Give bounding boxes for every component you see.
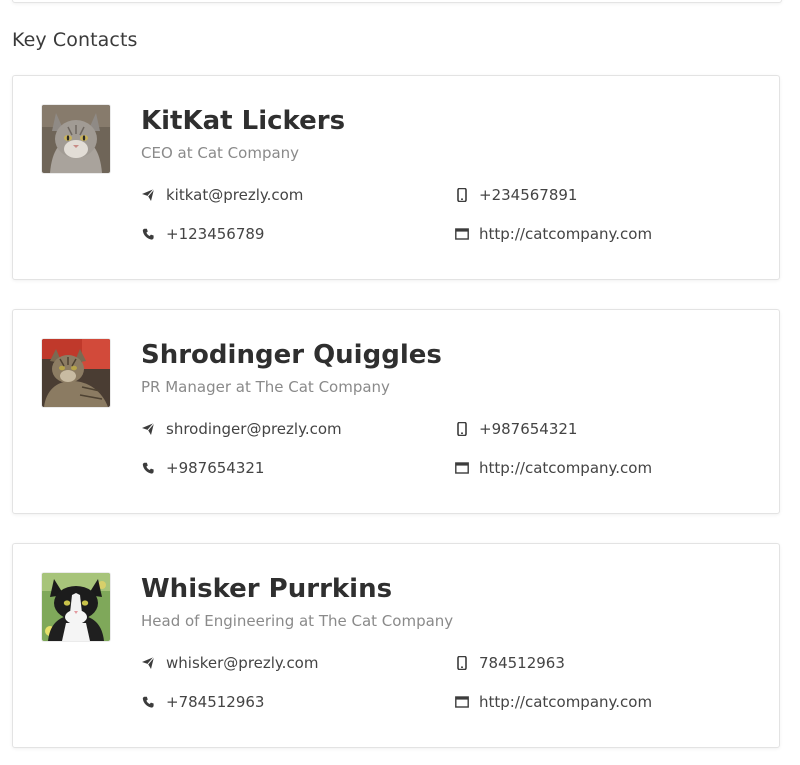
- mobile-link[interactable]: 784512963: [455, 654, 565, 672]
- phone-link[interactable]: +123456789: [141, 225, 264, 243]
- website-text: http://catcompany.com: [479, 225, 653, 243]
- website-link[interactable]: http://catcompany.com: [455, 225, 652, 243]
- email-link[interactable]: whisker@prezly.com: [141, 654, 318, 672]
- phone-icon: [141, 461, 155, 475]
- mobile-text: 784512963: [479, 654, 565, 672]
- phone-icon: [141, 695, 155, 709]
- website-text: http://catcompany.com: [479, 693, 653, 711]
- website-link[interactable]: http://catcompany.com: [455, 459, 652, 477]
- website-text: http://catcompany.com: [479, 459, 653, 477]
- phone-text: +784512963: [166, 693, 265, 711]
- email-link[interactable]: shrodinger@prezly.com: [141, 420, 342, 438]
- mobile-icon: [455, 422, 469, 436]
- contact-card: Shrodinger Quiggles PR Manager at The Ca…: [12, 309, 780, 514]
- contact-name: Shrodinger Quiggles: [141, 340, 442, 370]
- mobile-icon: [455, 656, 469, 670]
- send-icon: [141, 188, 155, 202]
- phone-link[interactable]: +987654321: [141, 459, 264, 477]
- mobile-text: +234567891: [479, 186, 578, 204]
- email-link[interactable]: kitkat@prezly.com: [141, 186, 303, 204]
- avatar: [42, 573, 110, 641]
- previous-card-edge: [12, 0, 782, 3]
- section-title: Key Contacts: [12, 29, 138, 51]
- phone-text: +123456789: [166, 225, 265, 243]
- send-icon: [141, 422, 155, 436]
- contact-role: CEO at Cat Company: [141, 144, 300, 162]
- contact-name: Whisker Purrkins: [141, 574, 393, 604]
- avatar: [42, 105, 110, 173]
- email-text: whisker@prezly.com: [166, 654, 319, 672]
- browser-window-icon: [455, 227, 469, 241]
- send-icon: [141, 656, 155, 670]
- contact-role: PR Manager at The Cat Company: [141, 378, 390, 396]
- avatar: [42, 339, 110, 407]
- contact-name: KitKat Lickers: [141, 106, 346, 136]
- email-text: shrodinger@prezly.com: [166, 420, 342, 438]
- mobile-link[interactable]: +987654321: [455, 420, 577, 438]
- mobile-text: +987654321: [479, 420, 578, 438]
- phone-text: +987654321: [166, 459, 265, 477]
- phone-icon: [141, 227, 155, 241]
- phone-link[interactable]: +784512963: [141, 693, 264, 711]
- mobile-link[interactable]: +234567891: [455, 186, 577, 204]
- contact-card: KitKat Lickers CEO at Cat Company kitkat…: [12, 75, 780, 280]
- contact-role: Head of Engineering at The Cat Company: [141, 612, 454, 630]
- contact-card: Whisker Purrkins Head of Engineering at …: [12, 543, 780, 748]
- mobile-icon: [455, 188, 469, 202]
- browser-window-icon: [455, 461, 469, 475]
- browser-window-icon: [455, 695, 469, 709]
- email-text: kitkat@prezly.com: [166, 186, 304, 204]
- key-contacts-page: Key Contacts KitKat Lickers CEO at Cat C…: [0, 0, 800, 765]
- website-link[interactable]: http://catcompany.com: [455, 693, 652, 711]
